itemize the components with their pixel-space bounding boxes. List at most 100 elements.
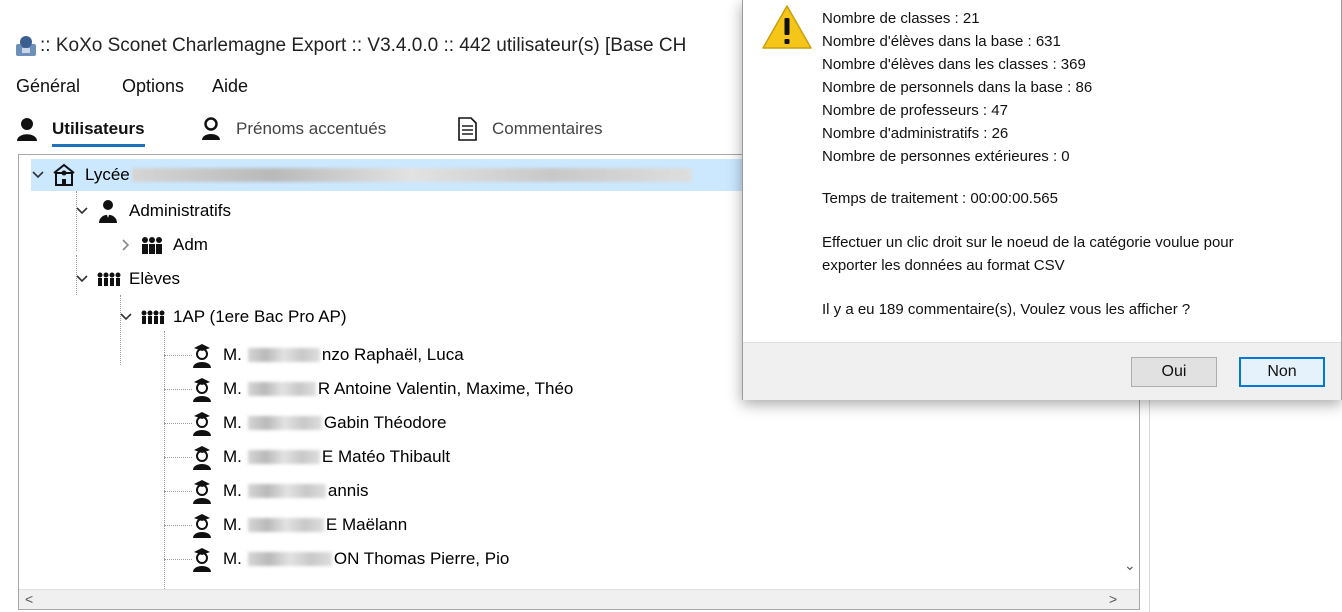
stat-line: Nombre de personnels dans la base : 86 bbox=[822, 79, 1093, 96]
student-name: nzo Raphaël, Luca bbox=[321, 345, 464, 364]
group-icon bbox=[142, 237, 162, 254]
tab-label: Commentaires bbox=[492, 119, 603, 138]
tree-connector bbox=[164, 525, 192, 526]
student-icon bbox=[193, 480, 211, 504]
info-dialog: Nombre de classes : 21 Nombre d'élèves d… bbox=[742, 0, 1342, 400]
student-prefix: M. bbox=[223, 345, 242, 364]
tree-connector bbox=[164, 331, 165, 591]
tree-node-label: Lycée bbox=[85, 165, 130, 184]
tab-utilisateurs[interactable]: Utilisateurs bbox=[16, 116, 145, 150]
chevron-right-icon[interactable]: > bbox=[1109, 591, 1117, 607]
tab-bar: Utilisateurs Prénoms accentués Commentai… bbox=[0, 112, 760, 152]
stat-line: Nombre d'administratifs : 26 bbox=[822, 125, 1009, 142]
stat-line: Nombre d'élèves dans les classes : 369 bbox=[822, 56, 1086, 73]
tab-label: Utilisateurs bbox=[52, 116, 145, 147]
redacted-text bbox=[247, 416, 322, 430]
school-icon bbox=[53, 163, 75, 186]
student-name: R Antoine Valentin, Maxime, Théo bbox=[317, 379, 574, 398]
document-icon bbox=[458, 117, 477, 141]
instruction-text: Effectuer un clic droit sur le noeud de … bbox=[822, 234, 1234, 251]
tree-node-adm[interactable]: Adm bbox=[119, 229, 208, 261]
redacted-text bbox=[247, 518, 324, 532]
user-outline-icon bbox=[202, 117, 220, 140]
student-name: ON Thomas Pierre, Pio bbox=[333, 549, 510, 568]
chevron-down-icon[interactable] bbox=[119, 310, 133, 324]
student-icon bbox=[193, 514, 211, 538]
tree-node-student[interactable]: M. ON Thomas Pierre, Pio bbox=[189, 543, 509, 575]
admin-user-icon bbox=[99, 200, 117, 223]
warning-icon bbox=[762, 5, 812, 49]
tree-node-student[interactable]: M. R Antoine Valentin, Maxime, Théo bbox=[189, 373, 573, 405]
menu-general[interactable]: Général bbox=[16, 76, 80, 97]
tree-node-lycee[interactable]: Lycée bbox=[31, 159, 791, 191]
oui-button[interactable]: Oui bbox=[1131, 357, 1217, 387]
student-prefix: M. bbox=[223, 549, 242, 568]
chevron-left-icon[interactable]: < bbox=[25, 591, 33, 607]
tree-node-student[interactable]: M. annis bbox=[189, 475, 369, 507]
tree-connector bbox=[164, 491, 192, 492]
redacted-text bbox=[131, 168, 692, 182]
student-icon bbox=[193, 412, 211, 436]
tab-label: Prénoms accentués bbox=[236, 119, 387, 138]
student-prefix: M. bbox=[223, 481, 242, 500]
horizontal-scrollbar[interactable]: < > bbox=[19, 589, 1139, 609]
menu-aide[interactable]: Aide bbox=[212, 76, 248, 97]
student-prefix: M. bbox=[223, 447, 242, 466]
students-group-icon bbox=[141, 310, 165, 324]
tree-node-label: 1AP (1ere Bac Pro AP) bbox=[173, 307, 347, 326]
student-name: E Maëlann bbox=[325, 515, 408, 534]
redacted-text bbox=[247, 382, 316, 396]
students-group-icon bbox=[97, 272, 121, 286]
menu-options[interactable]: Options bbox=[122, 76, 184, 97]
tree-node-label: Administratifs bbox=[129, 201, 232, 220]
tree-node-student[interactable]: M. E Maëlann bbox=[189, 509, 407, 541]
dialog-body: Nombre de classes : 21 Nombre d'élèves d… bbox=[743, 0, 1341, 342]
stat-line: Nombre d'élèves dans la base : 631 bbox=[822, 33, 1061, 50]
student-icon bbox=[193, 446, 211, 470]
instruction-text: exporter les données au format CSV bbox=[822, 257, 1065, 274]
chevron-right-icon[interactable] bbox=[119, 238, 133, 252]
tree-node-administratifs[interactable]: Administratifs bbox=[75, 195, 231, 227]
tree-node-eleves[interactable]: Elèves bbox=[75, 263, 180, 295]
redacted-text bbox=[247, 450, 320, 464]
window-title: :: KoXo Sconet Charlemagne Export :: V3.… bbox=[40, 35, 687, 56]
tab-commentaires[interactable]: Commentaires bbox=[456, 116, 603, 150]
question-text: Il y a eu 189 commentaire(s), Voulez vou… bbox=[822, 301, 1191, 318]
app-icon bbox=[16, 36, 36, 56]
student-icon bbox=[193, 548, 211, 572]
student-name: annis bbox=[327, 481, 369, 500]
dialog-footer: Oui Non bbox=[743, 342, 1341, 400]
chevron-down-icon[interactable] bbox=[75, 204, 89, 218]
tree-node-student[interactable]: M. E Matéo Thibault bbox=[189, 441, 450, 473]
tree-connector bbox=[164, 457, 192, 458]
tree-connector bbox=[164, 423, 192, 424]
chevron-down-icon[interactable] bbox=[75, 272, 89, 286]
student-name: Gabin Théodore bbox=[323, 413, 447, 432]
tree-node-label: Adm bbox=[173, 235, 208, 254]
student-icon bbox=[193, 344, 211, 368]
stat-line: Nombre de classes : 21 bbox=[822, 10, 980, 27]
tree-node-class-1ap[interactable]: 1AP (1ere Bac Pro AP) bbox=[119, 301, 347, 333]
chevron-down-icon[interactable]: ⌄ bbox=[1124, 557, 1136, 574]
redacted-text bbox=[247, 348, 320, 362]
stat-line: Nombre de personnes extérieures : 0 bbox=[822, 148, 1070, 165]
student-prefix: M. bbox=[223, 413, 242, 432]
tree-connector bbox=[164, 389, 192, 390]
tree-node-student[interactable]: M. Gabin Théodore bbox=[189, 407, 446, 439]
non-button[interactable]: Non bbox=[1239, 357, 1325, 387]
processing-time: Temps de traitement : 00:00:00.565 bbox=[822, 190, 1058, 207]
tree-node-label: Elèves bbox=[129, 269, 181, 288]
redacted-text bbox=[247, 552, 332, 566]
student-prefix: M. bbox=[223, 379, 242, 398]
chevron-down-icon[interactable] bbox=[31, 168, 45, 182]
tree-connector bbox=[164, 559, 192, 560]
stat-line: Nombre de professeurs : 47 bbox=[822, 102, 1008, 119]
student-prefix: M. bbox=[223, 515, 242, 534]
tree-connector bbox=[164, 355, 192, 356]
tree-node-student[interactable]: M. nzo Raphaël, Luca bbox=[189, 339, 464, 371]
redacted-text bbox=[247, 484, 326, 498]
user-icon bbox=[17, 118, 37, 141]
tab-prenoms-accentues[interactable]: Prénoms accentués bbox=[200, 116, 386, 150]
student-icon bbox=[193, 378, 211, 402]
student-name: E Matéo Thibault bbox=[321, 447, 451, 466]
